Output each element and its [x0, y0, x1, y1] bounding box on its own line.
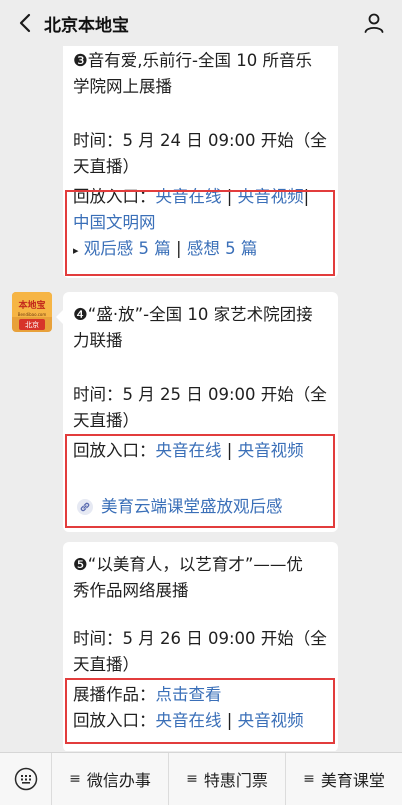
chevron-left-icon — [19, 13, 31, 33]
back-button[interactable] — [14, 9, 36, 37]
message-time-cont: 天直播） — [73, 411, 139, 430]
menu-item-wechat-services[interactable]: ≡ 微信办事 — [52, 753, 168, 805]
top-bar-left: 北京本地宝 — [14, 9, 129, 37]
message-time: 时间：5 月 24 日 09:00 开始（全 — [73, 131, 327, 150]
menu-lines-icon: ≡ — [186, 771, 198, 787]
menu-lines-icon: ≡ — [303, 771, 315, 787]
message-time-cont: 天直播） — [73, 655, 139, 674]
menu-item-art-class[interactable]: ≡ 美育课堂 — [285, 752, 402, 805]
message-title-line: ❺“以美育人，以艺育才”——优 — [73, 555, 303, 574]
page-title: 北京本地宝 — [44, 15, 129, 36]
message-time: 时间：5 月 25 日 09:00 开始（全 — [73, 385, 327, 404]
menu-item-label: 微信办事 — [86, 771, 151, 790]
avatar-city-text: 北京 — [19, 319, 45, 330]
menu-item-discount-tickets[interactable]: ≡ 特惠门票 — [168, 752, 285, 805]
chat-content[interactable]: ❸音有爱,乐前行-全国 10 所音乐 学院网上展播 时间：5 月 24 日 09… — [0, 46, 402, 751]
person-icon — [364, 13, 384, 33]
keyboard-button[interactable] — [0, 752, 52, 805]
keyboard-icon — [14, 767, 37, 791]
message-time-cont: 天直播） — [73, 157, 139, 176]
highlight-box — [65, 190, 335, 276]
highlight-box — [65, 434, 335, 528]
message-title-line: 学院网上展播 — [73, 77, 172, 96]
top-bar: 北京本地宝 — [0, 0, 402, 46]
message-title-line: 力联播 — [73, 331, 123, 350]
profile-button[interactable] — [360, 9, 388, 37]
menu-item-label: 特惠门票 — [203, 771, 268, 790]
message-time: 时间：5 月 26 日 09:00 开始（全 — [73, 629, 327, 648]
avatar-site-text: Bendibao.com — [17, 312, 47, 317]
message-title-line: 秀作品网络展播 — [73, 581, 189, 600]
avatar[interactable]: 本地宝 Bendibao.com 北京 — [12, 292, 52, 332]
menu-lines-icon: ≡ — [69, 771, 81, 787]
message-title-line: ❹“盛·放”-全国 10 家艺术院团接 — [73, 305, 313, 324]
highlight-box — [65, 678, 335, 744]
message-title-line: ❸音有爱,乐前行-全国 10 所音乐 — [73, 51, 312, 70]
menu-item-label: 美育课堂 — [320, 771, 385, 790]
bottom-menu-bar: ≡ 微信办事 ≡ 特惠门票 ≡ 美育课堂 — [0, 752, 402, 805]
